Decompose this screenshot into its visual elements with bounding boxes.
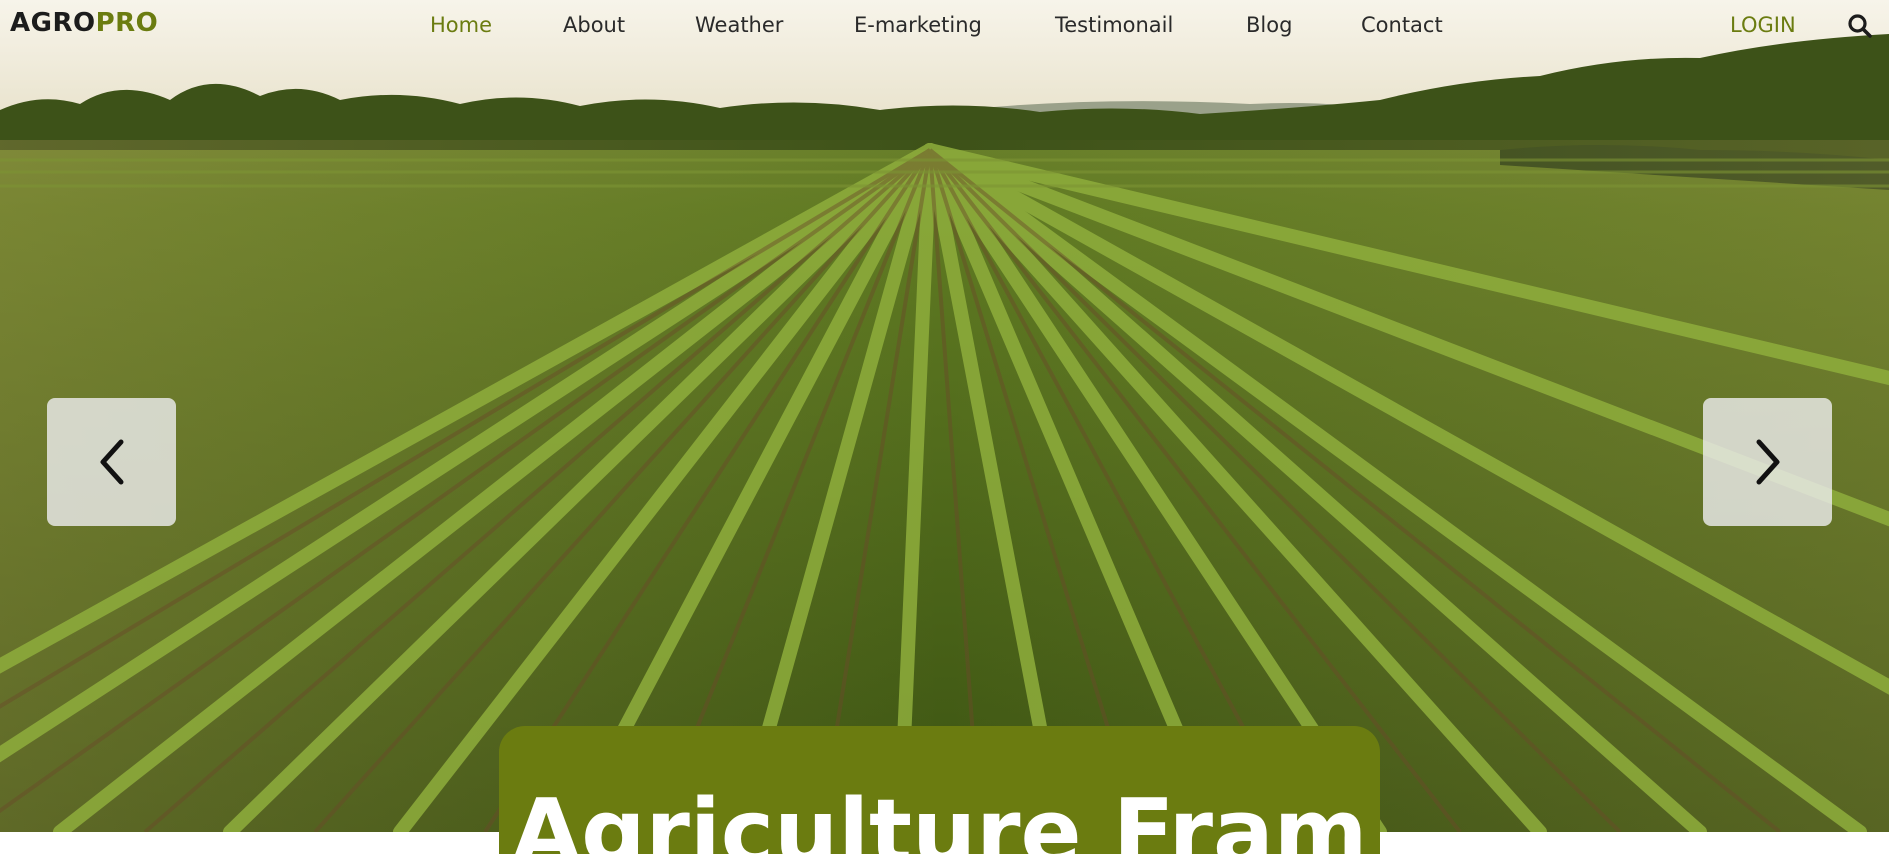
nav-home[interactable]: Home [430,13,492,37]
hero-title: Agriculture Fram [511,780,1368,854]
nav-blog[interactable]: Blog [1246,13,1292,37]
chevron-left-icon [100,439,124,485]
search-icon[interactable] [1846,12,1874,40]
nav-e-marketing[interactable]: E-marketing [854,13,982,37]
hero-title-banner: Agriculture Fram [499,726,1380,854]
main-navigation: Home About Weather E-marketing Testimona… [0,0,1889,54]
nav-weather[interactable]: Weather [695,13,783,37]
nav-about[interactable]: About [563,13,625,37]
nav-testimonail[interactable]: Testimonail [1055,13,1173,37]
login-link[interactable]: LOGIN [1730,13,1796,37]
chevron-right-icon [1756,439,1780,485]
carousel-next-button[interactable] [1703,398,1832,526]
site-header: AGROPRO Home About Weather E-marketing T… [0,0,1889,54]
hero-slide-image [0,0,1889,832]
farm-field-illustration [0,0,1889,832]
carousel-prev-button[interactable] [47,398,176,526]
nav-contact[interactable]: Contact [1361,13,1443,37]
